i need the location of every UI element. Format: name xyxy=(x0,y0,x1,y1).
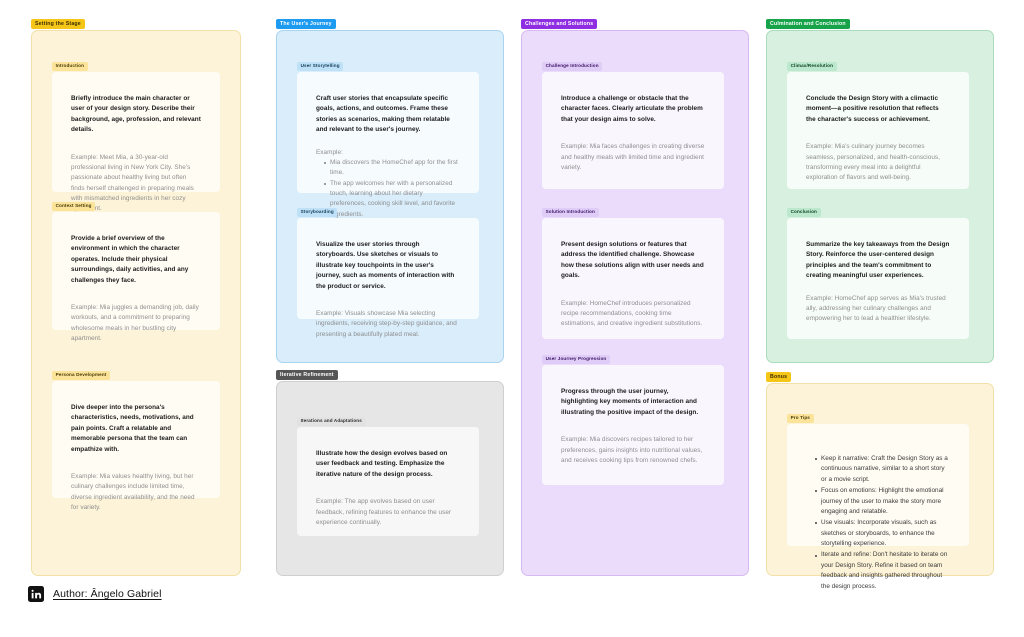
frame-tag-culmination-and-conclusion[interactable]: Culmination and Conclusion xyxy=(766,19,850,30)
card-main-text: Progress through the user journey, highl… xyxy=(561,388,699,416)
card-body-conclusion: Summarize the key takeaways from the Des… xyxy=(787,218,969,339)
frame-culmination-and-conclusion[interactable]: Culmination and Conclusion Climax/Resolu… xyxy=(766,19,994,363)
card-example-text: Example: HomeChef introduces personalize… xyxy=(561,299,703,328)
card-example-text: Example: The app evolves based on user f… xyxy=(316,498,452,526)
frame-bonus[interactable]: Bonus Pro Tips Keep it narrative: Craft … xyxy=(766,372,994,590)
frame-challenges-and-solutions[interactable]: Challenges and Solutions Challenge Intro… xyxy=(521,19,749,576)
card-user-journey-progression[interactable]: User Journey Progression Progress throug… xyxy=(542,355,724,485)
card-body-context-setting: Provide a brief overview of the environm… xyxy=(52,212,220,342)
frame-tag-bonus[interactable]: Bonus xyxy=(766,372,792,383)
card-tag-user-journey-progression[interactable]: User Journey Progression xyxy=(542,355,610,365)
author-footer[interactable]: Author: Ângelo Gabriel xyxy=(28,586,162,602)
card-example-text: Example: Mia juggles a demanding job, da… xyxy=(71,303,199,342)
card-tag-storyboarding[interactable]: Storyboarding xyxy=(297,208,338,218)
card-example-text: Example: Visuals showcase Mia selecting … xyxy=(316,309,457,338)
card-example-text: Example: Mia's culinary journey becomes … xyxy=(806,143,940,182)
card-body-user-storytelling: Craft user stories that encapsulate spec… xyxy=(297,72,479,218)
card-body-introduction: Briefly introduce the main character or … xyxy=(52,72,220,212)
frame-setting-the-stage[interactable]: Setting the Stage Introduction Briefly i… xyxy=(31,19,241,576)
card-challenge-introduction[interactable]: Challenge Introduction Introduce a chall… xyxy=(542,62,724,189)
card-tag-conclusion[interactable]: Conclusion xyxy=(787,208,821,218)
frame-iterative-refinement[interactable]: Iterative Refinement Iterations and Adap… xyxy=(276,370,504,576)
card-body-challenge-introduction: Introduce a challenge or obstacle that t… xyxy=(542,72,724,189)
card-iterations-and-adaptations[interactable]: Iterations and Adaptations Illustrate ho… xyxy=(297,417,479,536)
card-tag-iterations-and-adaptations[interactable]: Iterations and Adaptations xyxy=(297,417,366,427)
card-tag-persona-development[interactable]: Persona Development xyxy=(52,371,111,381)
pro-tips-list: Keep it narrative: Craft the Design Stor… xyxy=(806,454,950,592)
card-body-solution-introduction: Present design solutions or features tha… xyxy=(542,218,724,339)
card-conclusion[interactable]: Conclusion Summarize the key takeaways f… xyxy=(787,208,969,339)
design-story-board: Setting the Stage Introduction Briefly i… xyxy=(0,0,1024,637)
card-context-setting[interactable]: Context Setting Provide a brief overview… xyxy=(52,202,220,342)
card-tag-user-storytelling[interactable]: User Storytelling xyxy=(297,62,344,72)
list-item: Mia discovers the HomeChef app for the f… xyxy=(324,158,460,179)
linkedin-icon[interactable] xyxy=(28,586,44,602)
frame-tag-the-users-journey[interactable]: The User's Journey xyxy=(276,19,336,30)
card-main-text: Illustrate how the design evolves based … xyxy=(316,450,448,478)
list-item: Iterate and refine: Don't hesitate to it… xyxy=(815,550,950,592)
card-body-iterations-and-adaptations: Illustrate how the design evolves based … xyxy=(297,427,479,536)
card-main-text: Visualize the user stories through story… xyxy=(316,241,455,290)
card-main-text: Conclude the Design Story with a climact… xyxy=(806,95,939,123)
frame-tag-challenges-and-solutions[interactable]: Challenges and Solutions xyxy=(521,19,598,30)
card-body-user-journey-progression: Progress through the user journey, highl… xyxy=(542,365,724,485)
card-tag-context-setting[interactable]: Context Setting xyxy=(52,202,96,212)
card-body-pro-tips: Keep it narrative: Craft the Design Stor… xyxy=(787,424,969,590)
card-main-text: Present design solutions or features tha… xyxy=(561,241,704,280)
card-tag-pro-tips[interactable]: Pro Tips xyxy=(787,414,814,424)
card-main-text: Briefly introduce the main character or … xyxy=(71,95,201,134)
card-tag-climax-resolution[interactable]: Climax/Resolution xyxy=(787,62,837,72)
card-storyboarding[interactable]: Storyboarding Visualize the user stories… xyxy=(297,208,479,338)
card-main-text: Summarize the key takeaways from the Des… xyxy=(806,241,950,280)
list-item: The app welcomes her with a personalized… xyxy=(324,179,460,221)
card-tag-solution-introduction[interactable]: Solution Introduction xyxy=(542,208,599,218)
frame-tag-setting-the-stage[interactable]: Setting the Stage xyxy=(31,19,85,30)
card-body-storyboarding: Visualize the user stories through story… xyxy=(297,218,479,338)
card-example-text: Example: HomeChef app serves as Mia's tr… xyxy=(806,294,946,323)
card-pro-tips[interactable]: Pro Tips Keep it narrative: Craft the De… xyxy=(787,414,969,590)
card-main-text: Craft user stories that encapsulate spec… xyxy=(316,95,450,134)
card-example-text: Example: Mia discovers recipes tailored … xyxy=(561,436,703,464)
card-body-climax-resolution: Conclude the Design Story with a climact… xyxy=(787,72,969,189)
card-solution-introduction[interactable]: Solution Introduction Present design sol… xyxy=(542,208,724,339)
card-introduction[interactable]: Introduction Briefly introduce the main … xyxy=(52,62,220,212)
card-example-text: Example: Mia faces challenges in creatin… xyxy=(561,143,705,171)
card-tag-challenge-introduction[interactable]: Challenge Introduction xyxy=(542,62,603,72)
list-item: Focus on emotions: Highlight the emotion… xyxy=(815,486,950,517)
card-main-text: Dive deeper into the persona's character… xyxy=(71,404,194,453)
card-main-text: Provide a brief overview of the environm… xyxy=(71,235,189,284)
card-body-persona-development: Dive deeper into the persona's character… xyxy=(52,381,220,511)
card-example-text: Example: Mia discovers the HomeChef app … xyxy=(316,148,460,221)
card-user-storytelling[interactable]: User Storytelling Craft user stories tha… xyxy=(297,62,479,218)
list-item: Keep it narrative: Craft the Design Stor… xyxy=(815,454,950,485)
example-bullet-list: Mia discovers the HomeChef app for the f… xyxy=(316,158,460,220)
frame-the-users-journey[interactable]: The User's Journey User Storytelling Cra… xyxy=(276,19,504,363)
card-climax-resolution[interactable]: Climax/Resolution Conclude the Design St… xyxy=(787,62,969,189)
card-persona-development[interactable]: Persona Development Dive deeper into the… xyxy=(52,371,220,511)
author-label[interactable]: Author: Ângelo Gabriel xyxy=(53,588,162,600)
frame-tag-iterative-refinement[interactable]: Iterative Refinement xyxy=(276,370,338,381)
card-tag-introduction[interactable]: Introduction xyxy=(52,62,88,72)
example-lead: Example: xyxy=(316,148,343,156)
card-example-text: Example: Mia values healthy living, but … xyxy=(71,472,195,511)
list-item: Use visuals: Incorporate visuals, such a… xyxy=(815,518,950,549)
card-main-text: Introduce a challenge or obstacle that t… xyxy=(561,95,703,123)
